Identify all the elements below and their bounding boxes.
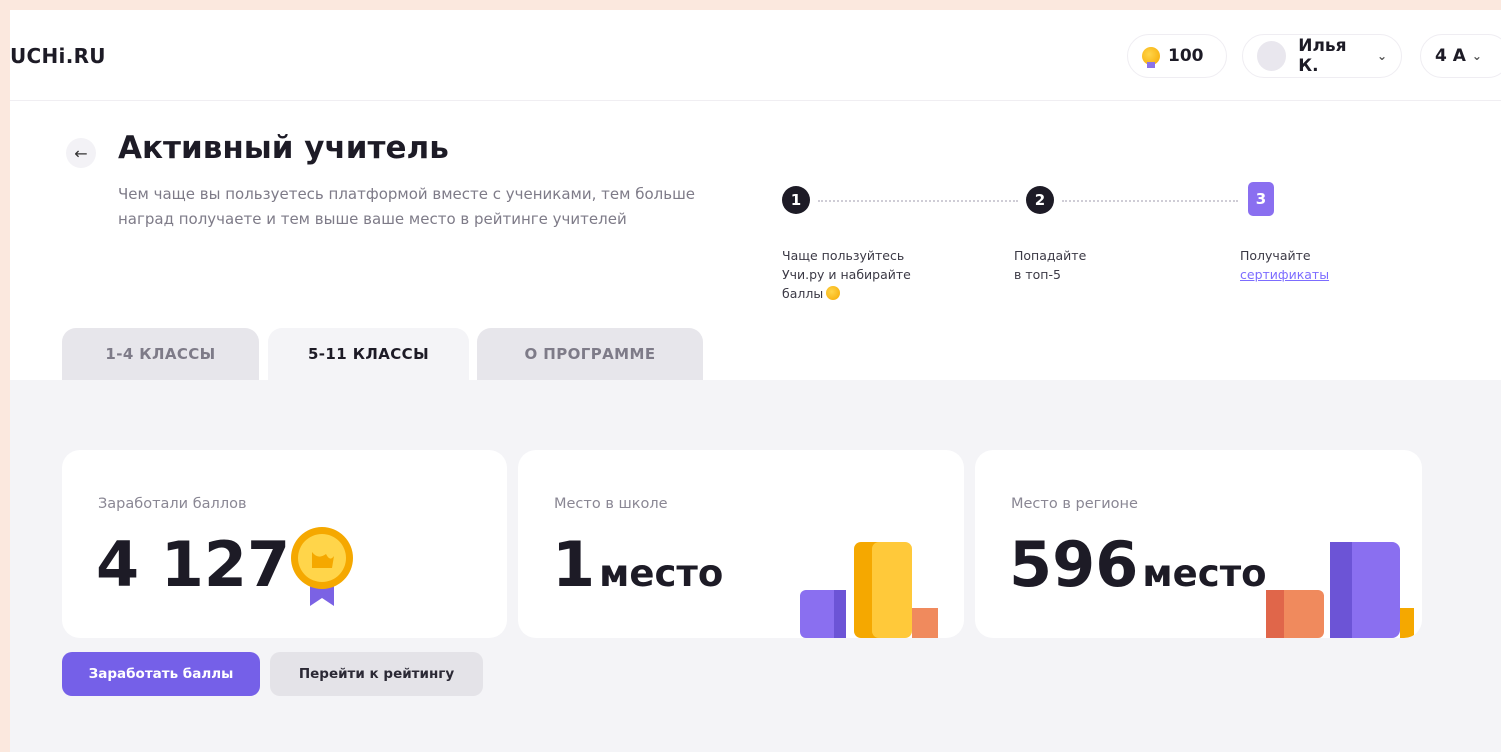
step-2-line: в топ-5 [1014, 267, 1061, 282]
grade-value: 4 А [1435, 46, 1466, 66]
region-place-card: Место в регионе 596 место [975, 450, 1422, 638]
step-2-number: 2 [1026, 186, 1054, 214]
tab-about-program[interactable]: О ПРОГРАММЕ [477, 328, 703, 380]
step-1-line-text: баллы [782, 286, 824, 301]
logo[interactable]: UCHi.RU [10, 44, 106, 68]
page-subtitle: Чем чаще вы пользуетесь платформой вмест… [118, 185, 696, 228]
podium-illustration [1266, 542, 1414, 638]
step-1-number: 1 [782, 186, 810, 214]
points-pill[interactable]: 100 [1127, 34, 1227, 78]
earn-points-button[interactable]: Заработать баллы [62, 652, 260, 696]
step-3-text: Получайте сертификаты [1240, 246, 1400, 284]
school-place-card: Место в школе 1 место [518, 450, 964, 638]
go-to-rating-button[interactable]: Перейти к рейтингу [270, 652, 483, 696]
user-name: Илья К. [1298, 36, 1347, 76]
step-2-line: Попадайте [1014, 248, 1087, 263]
chevron-down-icon: ⌄ [1376, 49, 1387, 63]
card-value: 4 127 [96, 528, 291, 601]
step-connector [1062, 200, 1238, 202]
page: UCHi.RU 100 Илья К. ⌄ 4 А ⌄ ← Активный у… [10, 10, 1501, 752]
card-label: Заработали баллов [98, 496, 247, 512]
step-1-line: Учи.ру и набирайте [782, 267, 911, 282]
medal-icon [291, 527, 353, 606]
avatar-icon [1257, 41, 1287, 71]
step-3-number: 3 [1248, 182, 1274, 216]
coin-icon [1142, 47, 1160, 68]
certificates-link[interactable]: сертификаты [1240, 265, 1400, 284]
chevron-down-icon: ⌄ [1471, 49, 1482, 63]
step-connector [818, 200, 1018, 202]
card-value: 596 место [1009, 520, 1267, 619]
podium-illustration [800, 542, 938, 638]
step-1-line: Чаще пользуйтесь [782, 248, 905, 263]
card-label: Место в школе [554, 496, 668, 512]
step-1-line: баллы [782, 284, 942, 303]
points-card: Заработали баллов 4 127 [62, 450, 507, 638]
place-unit: место [1142, 552, 1267, 595]
card-label: Место в регионе [1011, 496, 1138, 512]
page-title: Активный учитель [118, 130, 449, 166]
card-value: 1 место [552, 520, 723, 619]
step-3-line: Получайте [1240, 248, 1311, 263]
coin-icon [826, 286, 841, 300]
step-1-text: Чаще пользуйтесь Учи.ру и набирайте балл… [782, 246, 942, 303]
tab-grades-5-11[interactable]: 5-11 КЛАССЫ [268, 328, 469, 380]
back-arrow-icon: ← [74, 143, 88, 163]
place-number: 596 [1009, 528, 1139, 601]
user-menu[interactable]: Илья К. ⌄ [1242, 34, 1402, 78]
back-button[interactable]: ← [66, 138, 96, 168]
place-number: 1 [552, 528, 596, 601]
grade-selector[interactable]: 4 А ⌄ [1420, 34, 1501, 78]
tab-grades-1-4[interactable]: 1-4 КЛАССЫ [62, 328, 259, 380]
points-value: 100 [1168, 46, 1204, 66]
place-unit: место [599, 552, 724, 595]
top-header: UCHi.RU 100 Илья К. ⌄ 4 А ⌄ [10, 10, 1501, 101]
step-2-text: Попадайте в топ-5 [1014, 246, 1174, 284]
